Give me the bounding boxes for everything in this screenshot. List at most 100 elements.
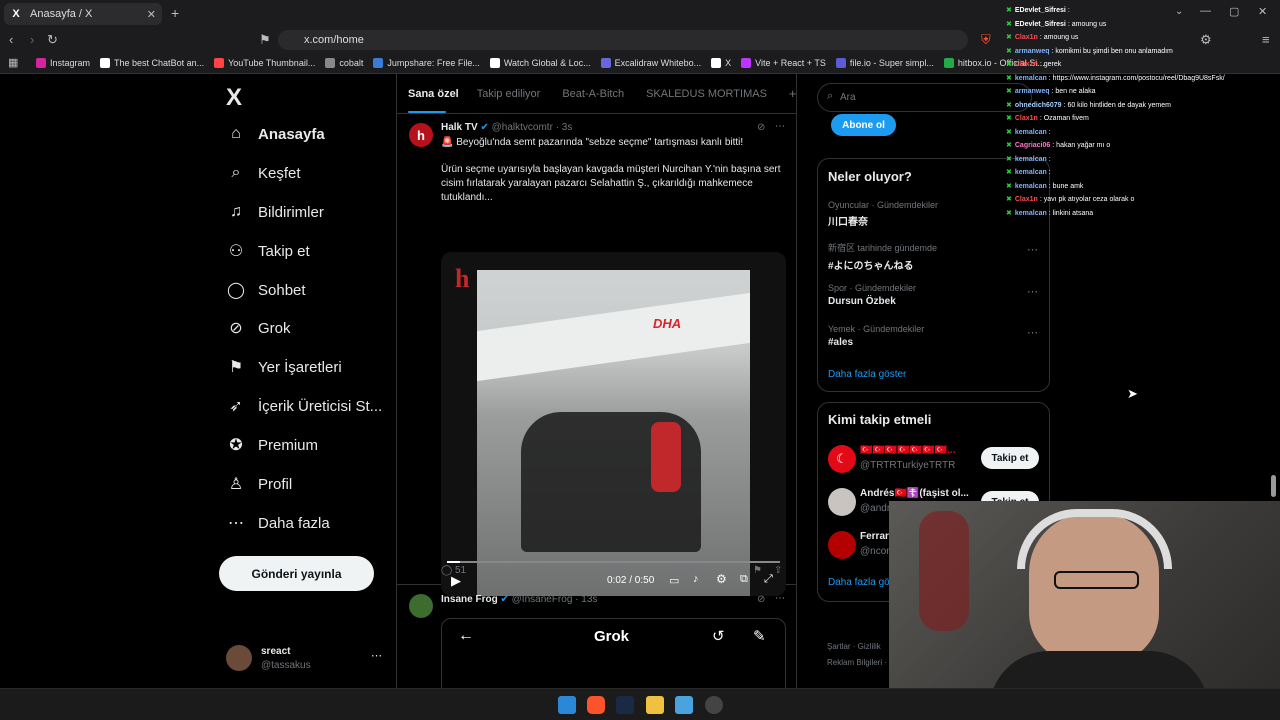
new-tab-icon[interactable]: + xyxy=(171,5,179,21)
tweet[interactable]: h Halk TV ✔ @halktvcomtr · 3s ⊘ ⋯ 🚨 Beyo… xyxy=(397,115,796,596)
avatar[interactable] xyxy=(409,594,433,618)
grok-icon[interactable]: ⊘ xyxy=(757,122,765,133)
bookmark-item[interactable]: file.io - Super simpl... xyxy=(835,57,934,68)
nav-follow[interactable]: ⚇ Takip et xyxy=(226,236,310,266)
more-dots-icon[interactable]: ⋯ xyxy=(1027,326,1038,339)
tweet-time[interactable]: · 13s xyxy=(575,594,597,605)
author-handle[interactable]: @halktvcomtr xyxy=(492,122,553,133)
windows-start-icon[interactable] xyxy=(558,696,576,714)
brave-shield-icon[interactable]: ⛨ xyxy=(981,32,991,48)
brave-browser-icon[interactable] xyxy=(587,696,605,714)
chat-username: kemalcan xyxy=(1014,209,1047,217)
suggested-name[interactable]: 🇹🇷🇹🇷🇹🇷🇹🇷🇹🇷🇹🇷🇹🇷... xyxy=(860,445,956,456)
forward-icon[interactable]: › xyxy=(30,32,34,47)
more-dots-icon[interactable]: ⋯ xyxy=(1027,285,1038,298)
grok-icon[interactable]: ⊘ xyxy=(757,594,765,605)
nav-explore[interactable]: ⌕ Keşfet xyxy=(226,158,301,188)
reply-button[interactable]: ◯ 51 xyxy=(441,565,466,576)
apps-grid-icon[interactable]: ▦ xyxy=(8,56,18,69)
bookmark-item[interactable]: Instagram xyxy=(36,57,90,68)
author-handle[interactable]: @InsaneFrog xyxy=(512,594,573,605)
trend-item[interactable]: Yemek · Gündemdekiler #ales xyxy=(828,324,924,348)
follow-button[interactable]: Takip et xyxy=(981,447,1039,469)
reload-icon[interactable]: ↻ xyxy=(47,32,58,48)
embedded-screenshot[interactable]: ← Grok ↺ ✎ xyxy=(441,618,786,688)
file-explorer-icon[interactable] xyxy=(646,696,664,714)
bookmark-item[interactable]: X xyxy=(711,57,731,68)
suggested-name[interactable]: Andrés🇹🇷☦️(faşist ol... xyxy=(860,488,969,499)
nav-bookmarks[interactable]: ⚑ Yer İşaretleri xyxy=(226,352,342,382)
avatar[interactable]: ☾ xyxy=(828,445,856,473)
nav-profile[interactable]: ♙ Profil xyxy=(226,469,292,499)
footer-links[interactable]: Reklam Bilgileri · xyxy=(827,658,887,667)
back-icon[interactable]: ‹ xyxy=(9,32,13,47)
tweet-time[interactable]: · 3s xyxy=(556,122,573,133)
nav-chat[interactable]: ◯ Sohbet xyxy=(226,275,306,305)
browser-tab[interactable]: X Anasayfa / X ✕ xyxy=(4,3,162,25)
nav-notifications[interactable]: ♫ Bildirimler xyxy=(226,197,324,227)
close-icon[interactable]: ✕ xyxy=(147,8,156,21)
tab-list-1[interactable]: Beat-A-Bitch xyxy=(562,88,624,100)
bookmark-item[interactable]: cobalt xyxy=(325,57,363,68)
tweet[interactable]: Insane Frog ✔ @InsaneFrog · 13s ⊘ ⋯ ← Gr… xyxy=(397,586,796,688)
menu-icon[interactable]: ≡ xyxy=(1262,32,1270,47)
minimize-icon[interactable]: — xyxy=(1200,5,1211,17)
bookmark-item[interactable]: YouTube Thumbnail... xyxy=(214,57,315,68)
video-progress-track[interactable] xyxy=(447,561,780,563)
x-logo-icon[interactable]: X xyxy=(226,84,242,112)
footer-links[interactable]: Şartlar · Gizlilik xyxy=(827,642,881,651)
nav-grok[interactable]: ⊘ Grok xyxy=(226,313,290,343)
bookmark-page-icon[interactable]: ⚑ xyxy=(259,32,271,48)
bookmark-item[interactable]: The best ChatBot an... xyxy=(100,57,204,68)
account-switcher[interactable]: sreact @tassakus ⋯ xyxy=(226,643,386,673)
app-icon[interactable] xyxy=(675,696,693,714)
author-name[interactable]: Halk TV xyxy=(441,122,478,133)
post-button[interactable]: Gönderi yayınla xyxy=(219,556,374,591)
bookmark-icon[interactable]: ⚑ xyxy=(753,565,762,576)
window-close-icon[interactable]: ✕ xyxy=(1258,5,1267,18)
bookmark-item[interactable]: Watch Global & Loc... xyxy=(489,57,591,68)
chat-username: armanweq xyxy=(1014,47,1050,55)
tab-following[interactable]: Takip ediliyor xyxy=(477,88,541,100)
bookmark-item[interactable]: Jumpshare: Free File... xyxy=(373,57,480,68)
trend-item[interactable]: Spor · Gündemdekiler Dursun Özbek xyxy=(828,283,916,307)
extensions-icon[interactable]: ⚙ xyxy=(1200,32,1212,48)
nav-premium[interactable]: ✪ Premium xyxy=(226,430,318,460)
suggested-name[interactable]: Ferrari xyxy=(860,531,892,542)
page-scrollbar[interactable] xyxy=(1271,475,1276,497)
more-dots-icon[interactable]: ⋯ xyxy=(371,649,382,662)
address-bar[interactable]: x.com/home xyxy=(278,30,968,50)
more-dots-icon[interactable]: ⋯ xyxy=(1027,243,1038,256)
show-more-link[interactable]: Daha fazla gö xyxy=(828,577,890,588)
tab-for-you[interactable]: Sana özel xyxy=(408,88,459,100)
chevron-down-icon[interactable]: ⌄ xyxy=(1175,6,1183,17)
maximize-icon[interactable]: ▢ xyxy=(1229,5,1239,18)
show-more-link[interactable]: Daha fazla göster xyxy=(828,369,906,380)
video-player[interactable]: h DHA ▶ 0:02 / 0:50 ▭ ♪ ⚙ ⧉ ⤢ xyxy=(441,252,786,596)
nav-creator-studio[interactable]: ➶ İçerik Üreticisi St... xyxy=(226,391,382,421)
bookmark-item[interactable]: Vite + React + TS xyxy=(741,57,826,68)
repost-button[interactable]: ⇄ 21 xyxy=(518,565,540,576)
add-tab-icon[interactable]: + xyxy=(789,86,797,101)
avatar[interactable] xyxy=(828,531,856,559)
tab-list-2[interactable]: SKALEDUS MORTIMAS xyxy=(646,88,767,100)
more-dots-icon[interactable]: ⋯ xyxy=(775,121,785,132)
search-input[interactable]: ⌕ Ara xyxy=(817,83,1032,112)
nav-home[interactable]: ⌂ Anasayfa xyxy=(226,119,325,149)
more-dots-icon[interactable]: ⋯ xyxy=(775,593,785,604)
chat-username: kemalcan xyxy=(1014,128,1047,136)
author-name[interactable]: Insane Frog xyxy=(441,594,498,605)
obs-icon[interactable] xyxy=(705,696,723,714)
trend-item[interactable]: Oyuncular · Gündemdekiler 川口春奈 xyxy=(828,200,938,228)
bookmark-item[interactable]: Excalidraw Whitebo... xyxy=(600,57,701,68)
nav-more[interactable]: ⋯ Daha fazla xyxy=(226,508,330,538)
trend-item[interactable]: 新宿区 tarihinde gündemde #よにのちゃんねる xyxy=(828,241,937,272)
who-to-follow-title: Kimi takip etmeli xyxy=(828,412,932,427)
subscribe-button[interactable]: Abone ol xyxy=(831,114,896,136)
steam-icon[interactable] xyxy=(616,696,634,714)
views-button[interactable]: ▮ 65 B xyxy=(675,565,704,576)
avatar[interactable] xyxy=(828,488,856,516)
share-icon[interactable]: ⇪ xyxy=(774,565,782,576)
like-button[interactable]: ♡ 261 xyxy=(597,565,625,576)
avatar[interactable]: h xyxy=(409,123,433,147)
